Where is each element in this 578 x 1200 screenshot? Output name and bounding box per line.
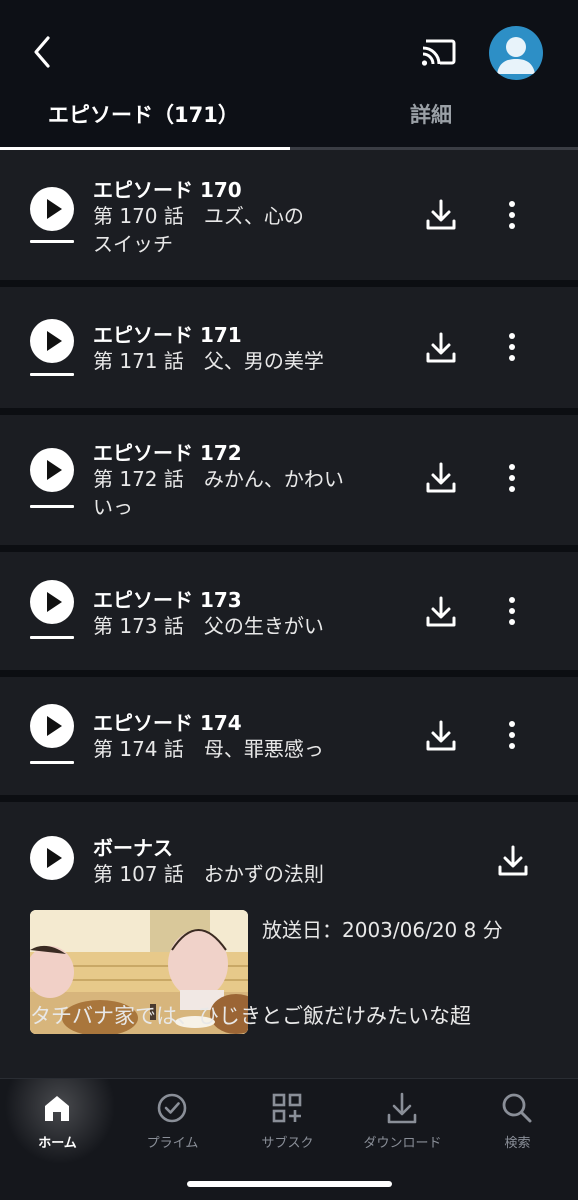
nav-subscriptions[interactable]: サブスク	[230, 1079, 345, 1169]
row-divider	[0, 545, 578, 552]
episode-title: エピソード 172	[93, 441, 242, 465]
nav-search[interactable]: 検索	[460, 1079, 575, 1169]
download-icon[interactable]	[425, 595, 457, 629]
home-indicator[interactable]	[187, 1181, 392, 1187]
nav-label: プライム	[146, 1136, 199, 1151]
row-divider	[0, 408, 578, 415]
episode-row[interactable]: エピソード 172 第 172 話 みかん、かわい いっ	[0, 415, 578, 545]
progress-bar	[30, 505, 74, 508]
episode-title: エピソード 171	[93, 323, 242, 347]
tab-bar: エピソード（171） 詳細	[0, 96, 578, 150]
nav-label: ホーム	[38, 1136, 77, 1151]
episode-row[interactable]: エピソード 174 第 174 話 母、罪悪感っ	[0, 677, 578, 795]
row-divider	[0, 795, 578, 802]
synopsis-text: タチバナ家では、ひじきとご飯だけみたいな超	[30, 1004, 471, 1028]
bonus-title: ボーナス	[93, 836, 173, 860]
bonus-row[interactable]: ボーナス 第 107 話 おかずの法則 放送日：2003/06/20 8 分 タ…	[0, 802, 578, 1092]
tab-details[interactable]: 詳細	[410, 96, 452, 146]
progress-bar	[30, 636, 74, 639]
episode-subtitle: 第 172 話 みかん、かわい いっ	[93, 465, 393, 521]
episode-row[interactable]: エピソード 171 第 171 話 父、男の美学	[0, 287, 578, 408]
more-options-icon[interactable]	[502, 596, 522, 626]
play-icon[interactable]	[30, 580, 74, 624]
home-icon	[45, 1096, 69, 1121]
air-date: 放送日：2003/06/20 8 分	[262, 918, 503, 942]
episode-subtitle: 第 173 話 父の生きがい	[93, 614, 324, 638]
play-icon[interactable]	[30, 448, 74, 492]
profile-avatar[interactable]	[489, 26, 543, 80]
download-icon[interactable]	[425, 198, 457, 232]
more-options-icon[interactable]	[502, 463, 522, 493]
play-icon[interactable]	[30, 187, 74, 231]
back-arrow-icon[interactable]	[28, 34, 58, 70]
episode-subtitle-line: 第 172 話 みかん、かわい	[93, 467, 344, 491]
nav-home[interactable]: ホーム	[0, 1079, 120, 1169]
download-icon[interactable]	[425, 719, 457, 753]
more-options-icon[interactable]	[502, 332, 522, 362]
more-options-icon[interactable]	[502, 200, 522, 230]
cast-icon[interactable]	[420, 36, 458, 68]
grid-plus-icon	[272, 1093, 302, 1123]
more-options-icon[interactable]	[502, 720, 522, 750]
nav-label: 検索	[504, 1136, 531, 1151]
episode-row[interactable]: エピソード 173 第 173 話 父の生きがい	[0, 552, 578, 670]
episode-subtitle: 第 171 話 父、男の美学	[93, 349, 324, 373]
download-icon	[387, 1092, 417, 1124]
nav-prime[interactable]: プライム	[115, 1079, 230, 1169]
bonus-subtitle: 第 107 話 おかずの法則	[93, 862, 324, 886]
episode-subtitle-line: 第 170 話 ユズ、心の	[93, 204, 304, 228]
download-icon[interactable]	[497, 844, 529, 878]
progress-bar	[30, 373, 74, 376]
progress-bar	[30, 240, 74, 243]
episode-subtitle-line: いっ	[93, 495, 133, 519]
play-icon[interactable]	[30, 319, 74, 363]
nav-label: サブスク	[261, 1136, 314, 1151]
search-icon	[502, 1093, 532, 1123]
episode-title: エピソード 173	[93, 588, 242, 612]
row-divider	[0, 280, 578, 287]
play-icon[interactable]	[30, 836, 74, 880]
episode-subtitle-line: スイッチ	[93, 232, 173, 256]
download-icon[interactable]	[425, 461, 457, 495]
download-icon[interactable]	[425, 331, 457, 365]
nav-downloads[interactable]: ダウンロード	[345, 1079, 460, 1169]
progress-bar	[30, 761, 74, 764]
nav-label: ダウンロード	[363, 1136, 442, 1151]
play-icon[interactable]	[30, 704, 74, 748]
episode-row[interactable]: エピソード 170 第 170 話 ユズ、心の スイッチ	[0, 150, 578, 280]
row-divider	[0, 670, 578, 677]
tab-episodes[interactable]: エピソード（171）	[48, 96, 239, 146]
episode-title: エピソード 174	[93, 711, 242, 735]
check-circle-icon	[157, 1093, 187, 1123]
episode-subtitle: 第 170 話 ユズ、心の スイッチ	[93, 202, 393, 258]
user-icon	[497, 37, 535, 74]
episode-subtitle: 第 174 話 母、罪悪感っ	[93, 737, 324, 761]
episode-title: エピソード 170	[93, 178, 242, 202]
top-bar: エピソード（171） 詳細	[0, 0, 578, 151]
